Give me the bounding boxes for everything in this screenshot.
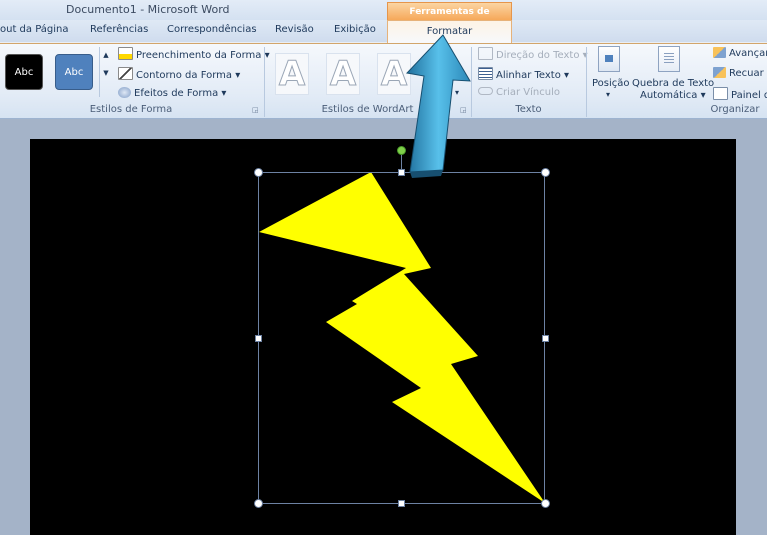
callout-arrow [405,34,471,178]
arrow-icon [405,34,471,173]
